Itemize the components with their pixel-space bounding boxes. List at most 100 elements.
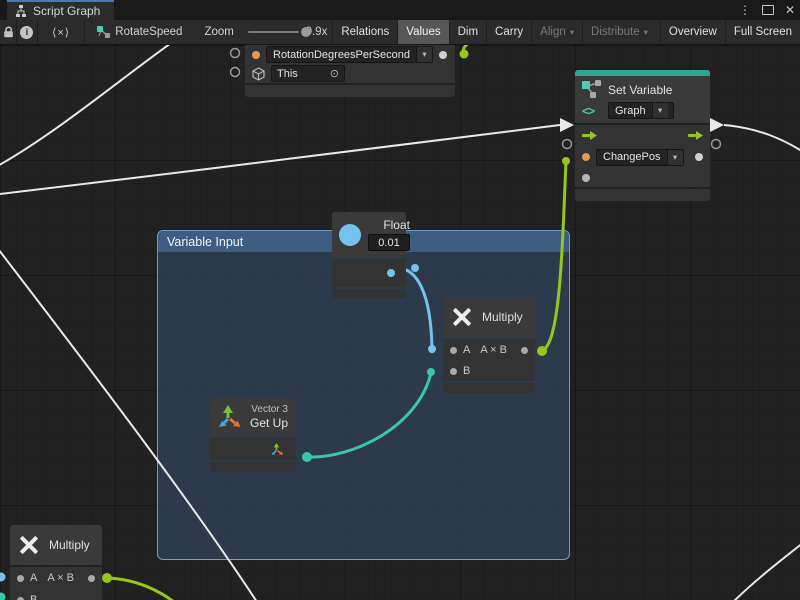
port-label: A bbox=[30, 572, 37, 584]
control-input-arrow-icon[interactable] bbox=[582, 131, 597, 140]
unconnected-port[interactable] bbox=[231, 68, 240, 77]
node-float-literal[interactable]: Float 0.01 bbox=[332, 212, 406, 298]
wire-endpoint[interactable] bbox=[428, 345, 436, 353]
toolbar-button-relations[interactable]: Relations bbox=[332, 20, 397, 44]
node-footer bbox=[245, 85, 455, 97]
control-in-arrow[interactable] bbox=[560, 118, 574, 132]
node-title: Multiply bbox=[482, 310, 523, 324]
lock-button[interactable] bbox=[0, 20, 17, 44]
input-port-a[interactable] bbox=[450, 347, 457, 354]
wire-control-topleft[interactable] bbox=[0, 45, 174, 169]
toolbar-button-distribute[interactable]: Distribute ▾ bbox=[582, 20, 656, 44]
input-port-b[interactable] bbox=[450, 368, 457, 375]
variable-name-dropdown[interactable]: RotationDegreesPerSecond ▾ bbox=[266, 46, 433, 63]
toolbar-button-dim[interactable]: Dim bbox=[449, 20, 486, 44]
port-row: RotationDegreesPerSecond ▾ bbox=[245, 45, 455, 64]
port-label: B bbox=[463, 365, 470, 377]
maximize-icon[interactable] bbox=[762, 5, 774, 15]
scope-value: Graph bbox=[609, 103, 652, 118]
port-row: B bbox=[10, 589, 102, 600]
value-output-port[interactable] bbox=[439, 51, 447, 59]
wire-endpoint[interactable] bbox=[562, 157, 570, 165]
wire-endpoint[interactable] bbox=[537, 346, 547, 356]
variable-select-dropdown[interactable]: ChangePos ▾ bbox=[596, 149, 684, 166]
wire-endpoint[interactable] bbox=[460, 50, 469, 59]
kebab-menu-icon[interactable]: ⋮ bbox=[739, 4, 751, 16]
port-row: A A × B bbox=[10, 567, 102, 589]
wire-endpoint[interactable] bbox=[0, 593, 6, 600]
node-vector3-get-up[interactable]: Vector 3 Get Up bbox=[210, 398, 296, 472]
tab-script-graph[interactable]: Script Graph bbox=[7, 0, 114, 20]
port-row bbox=[575, 168, 710, 187]
value-input-port[interactable] bbox=[252, 51, 260, 59]
chevron-down-icon[interactable]: ▾ bbox=[416, 47, 432, 62]
zoom-slider[interactable] bbox=[248, 31, 299, 33]
control-out-arrow[interactable] bbox=[710, 118, 724, 132]
float-output-port[interactable] bbox=[387, 269, 395, 277]
toolbar-button-align[interactable]: Align ▾ bbox=[531, 20, 582, 44]
graph-name-label: RotateSpeed bbox=[115, 26, 182, 38]
vector3-output-port[interactable] bbox=[271, 443, 285, 456]
float-value-input[interactable]: 0.01 bbox=[368, 234, 410, 251]
port-label: A × B bbox=[480, 344, 507, 356]
wire-endpoint[interactable] bbox=[427, 368, 435, 376]
multiply-icon bbox=[451, 306, 473, 328]
variable-select-value: ChangePos bbox=[597, 150, 667, 165]
variable-name-value: RotationDegreesPerSecond bbox=[267, 47, 416, 62]
toolbar-button-carry[interactable]: Carry bbox=[486, 20, 531, 44]
wire-endpoint[interactable] bbox=[0, 573, 6, 582]
wire-endpoint[interactable] bbox=[102, 573, 112, 583]
input-port-b[interactable] bbox=[17, 597, 24, 600]
wire-bottom-multiply-output[interactable] bbox=[107, 578, 178, 600]
wire-control-out-of-set-variable[interactable] bbox=[724, 125, 800, 155]
wire-endpoint[interactable] bbox=[411, 264, 419, 272]
zoom-slider-handle[interactable] bbox=[301, 27, 311, 37]
unconnected-port[interactable] bbox=[712, 140, 721, 149]
chevron-down-icon[interactable]: ▾ bbox=[667, 150, 683, 165]
value-output-port[interactable] bbox=[695, 153, 703, 161]
target-object-value: This bbox=[277, 68, 298, 80]
wire-endpoint[interactable] bbox=[302, 452, 312, 462]
node-title: Set Variable bbox=[608, 83, 703, 97]
graph-node-icon bbox=[97, 26, 110, 38]
port-row bbox=[332, 259, 406, 287]
wire-control-bottomright[interactable] bbox=[730, 539, 800, 600]
toolbar-button-fullscreen[interactable]: Full Screen bbox=[725, 20, 800, 44]
name-input-port[interactable] bbox=[582, 153, 590, 161]
code-preview-button[interactable]: ⟨×⟩ bbox=[38, 20, 85, 44]
node-multiply-bottom[interactable]: Multiply A A × B B bbox=[10, 525, 102, 600]
graph-canvas[interactable]: Variable Input bbox=[0, 45, 800, 600]
vector3-axis-icon bbox=[218, 405, 244, 429]
node-set-variable[interactable]: Set Variable <> Graph ▾ bbox=[575, 70, 710, 201]
input-port-a[interactable] bbox=[17, 575, 24, 582]
unconnected-port[interactable] bbox=[231, 49, 240, 58]
port-row bbox=[210, 438, 296, 460]
unconnected-port[interactable] bbox=[563, 140, 572, 149]
output-port-result[interactable] bbox=[88, 575, 95, 582]
scope-dropdown[interactable]: Graph ▾ bbox=[608, 102, 674, 119]
port-label: A × B bbox=[47, 572, 74, 584]
control-output-arrow-icon[interactable] bbox=[688, 131, 703, 140]
chevron-down-icon: ▾ bbox=[570, 27, 574, 38]
object-picker-icon[interactable]: ⊙ bbox=[330, 67, 339, 80]
node-footer bbox=[575, 189, 710, 201]
node-multiply-top[interactable]: Multiply A A × B B bbox=[443, 297, 535, 393]
chevron-down-icon[interactable]: ▾ bbox=[652, 103, 668, 118]
value-input-port[interactable] bbox=[582, 174, 590, 182]
target-object-field[interactable]: This ⊙ bbox=[271, 65, 345, 82]
lock-icon bbox=[3, 26, 14, 38]
inspect-button[interactable]: i bbox=[17, 20, 38, 44]
zoom-label: Zoom bbox=[204, 20, 233, 44]
current-graph-indicator[interactable]: RotateSpeed bbox=[97, 20, 182, 44]
wire-control-into-set-variable[interactable] bbox=[0, 125, 560, 195]
toolbar-button-values[interactable]: Values bbox=[397, 20, 448, 44]
port-row: A A × B bbox=[443, 339, 535, 361]
wire-multiply-to-set-variable[interactable] bbox=[542, 161, 566, 351]
close-icon[interactable]: ✕ bbox=[785, 4, 795, 16]
wire-getup-to-multiply-b[interactable] bbox=[307, 373, 431, 457]
port-row: B bbox=[443, 361, 535, 381]
port-row: This ⊙ bbox=[245, 64, 455, 83]
toolbar-button-overview[interactable]: Overview bbox=[660, 20, 725, 44]
output-port-result[interactable] bbox=[521, 347, 528, 354]
node-rotation-variable[interactable]: RotationDegreesPerSecond ▾ This ⊙ bbox=[245, 45, 455, 97]
